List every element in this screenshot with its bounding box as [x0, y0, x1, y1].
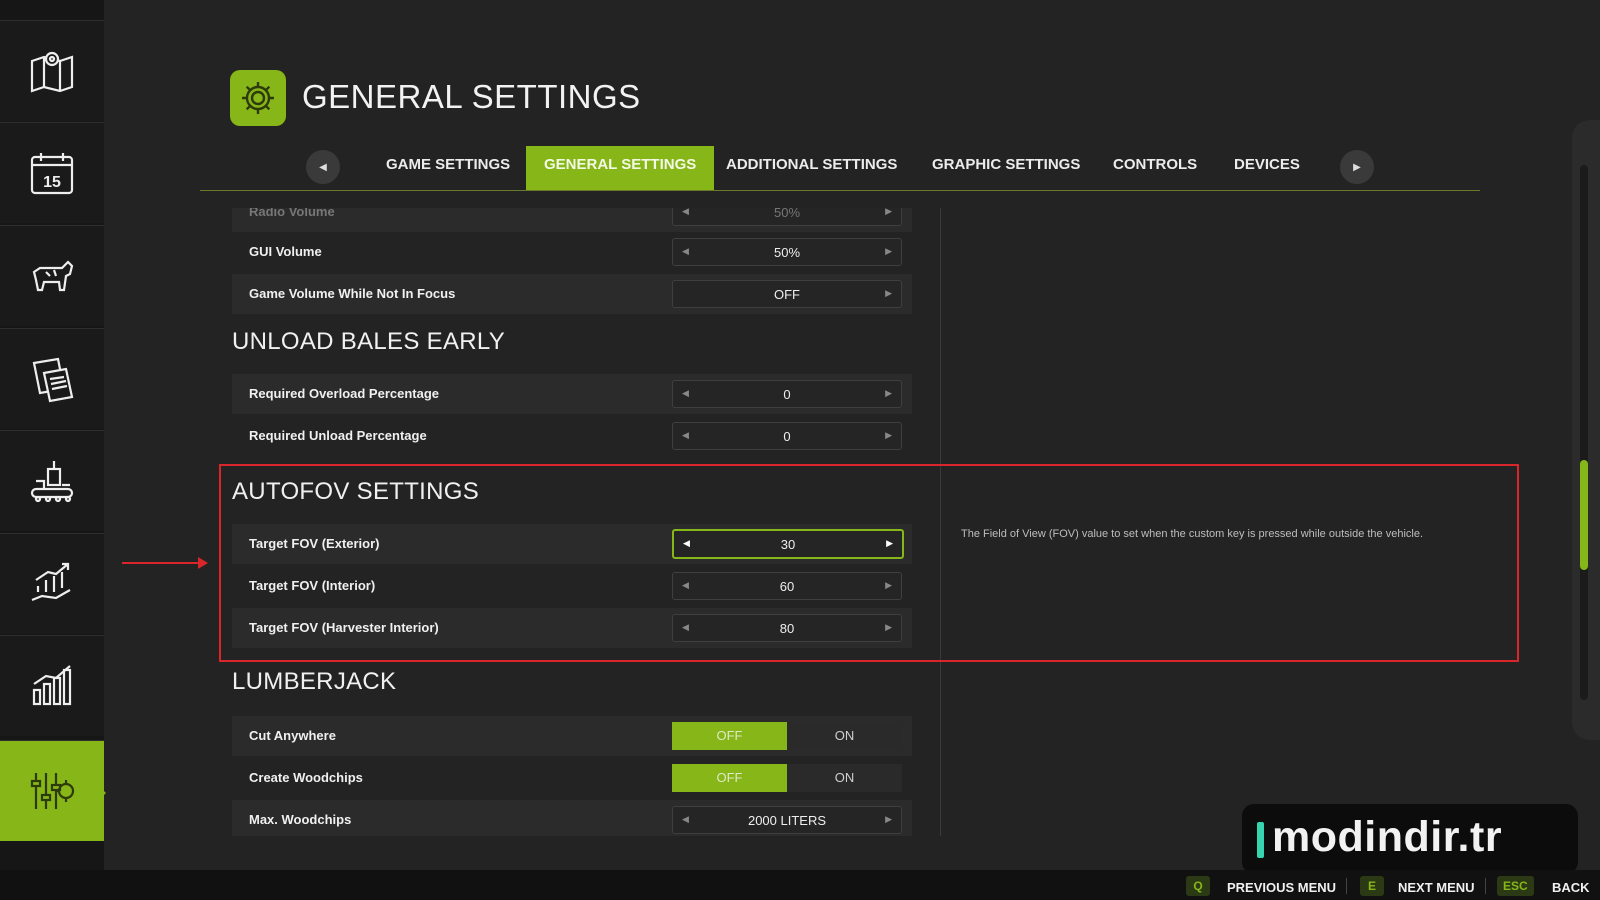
statistics-icon [32, 665, 72, 706]
toggle-on-option[interactable]: ON [787, 764, 902, 792]
tab-devices[interactable]: DEVICES [1234, 146, 1300, 190]
next-menu-button[interactable]: NEXT MENU [1398, 880, 1475, 895]
section-heading-lumberjack: LUMBERJACK [232, 668, 397, 695]
setting-label: Max. Woodchips [249, 812, 352, 827]
previous-menu-button[interactable]: PREVIOUS MENU [1227, 880, 1336, 895]
active-indicator [100, 787, 106, 799]
tab-additional-settings[interactable]: ADDITIONAL SETTINGS [726, 146, 897, 190]
setting-label: Radio Volume [249, 208, 335, 219]
footer-bar: Q PREVIOUS MENU E NEXT MENU ESC BACK [0, 870, 1600, 900]
setting-label: Required Overload Percentage [249, 386, 440, 401]
page-title: GENERAL SETTINGS [302, 78, 641, 115]
setting-row-overload-percentage: Required Overload Percentage ◀ 0 ▶ [232, 374, 912, 414]
setting-row-gui-volume: GUI Volume ◀ 50% ▶ [232, 232, 912, 272]
toggle-off-option[interactable]: OFF [672, 764, 787, 792]
tab-graphic-settings[interactable]: GRAPHIC SETTINGS [932, 146, 1080, 190]
sidebar-item-calendar[interactable]: 15 [0, 122, 104, 223]
stepper-value: 50% [773, 208, 801, 220]
header-icon [230, 70, 286, 126]
setting-label: Required Unload Percentage [249, 428, 427, 443]
sidebar-item-finances[interactable] [0, 533, 104, 634]
stepper-value: 0 [783, 429, 791, 444]
back-button[interactable]: BACK [1552, 880, 1590, 895]
unload-percentage-stepper[interactable]: ◀ 0 ▶ [672, 422, 902, 450]
setting-row-radio-volume: Radio Volume ◀ 50% ▶ [232, 208, 912, 232]
tab-game-settings[interactable]: GAME SETTINGS [386, 146, 510, 190]
setting-row-cut-anywhere: Cut Anywhere OFF ON [232, 716, 912, 756]
toggle-on-option[interactable]: ON [787, 722, 902, 750]
calendar-badge: 15 [43, 174, 61, 191]
setting-label: Cut Anywhere [249, 728, 336, 743]
watermark-text: modindir.tr [1272, 813, 1503, 861]
scrollbar[interactable] [1580, 165, 1588, 700]
tab-bar: ◀ GAME SETTINGS GENERAL SETTINGS ADDITIO… [200, 146, 1480, 191]
stepper-value: 0 [783, 387, 791, 402]
arrow-right-icon[interactable]: ▶ [885, 246, 892, 257]
cut-anywhere-toggle[interactable]: OFF ON [672, 722, 902, 750]
arrow-right-icon[interactable]: ▶ [885, 814, 892, 825]
sidebar-item-contracts[interactable] [0, 328, 104, 429]
game-volume-focus-stepper[interactable]: OFF ▶ [672, 280, 902, 308]
finance-icon [31, 562, 71, 602]
calendar-icon: 15 [30, 153, 74, 195]
key-q-icon: Q [1186, 876, 1210, 896]
sidebar-item-production[interactable] [0, 430, 104, 531]
create-woodchips-toggle[interactable]: OFF ON [672, 764, 902, 792]
sidebar-item-settings[interactable] [0, 740, 106, 841]
sidebar-item-map[interactable] [0, 20, 104, 121]
stepper-value: OFF [774, 287, 800, 302]
setting-row-max-woodchips: Max. Woodchips ◀ 2000 LITERS ▶ [232, 800, 912, 836]
annotation-arrow-icon [122, 557, 208, 569]
setting-label: Game Volume While Not In Focus [249, 286, 456, 301]
arrow-right-icon[interactable]: ▶ [885, 388, 892, 399]
gear-icon [242, 82, 274, 114]
gui-volume-stepper[interactable]: ◀ 50% ▶ [672, 238, 902, 266]
stepper-value: 2000 LITERS [747, 813, 827, 828]
footer-divider [1485, 878, 1486, 894]
setting-row-create-woodchips: Create Woodchips OFF ON [232, 758, 912, 798]
section-heading-unload-bales: UNLOAD BALES EARLY [232, 328, 506, 355]
arrow-right-icon: ▶ [1353, 161, 1361, 173]
tab-prev-button[interactable]: ◀ [306, 150, 340, 184]
watermark: modindir.tr [1242, 804, 1578, 874]
setting-row-unload-percentage: Required Unload Percentage ◀ 0 ▶ [232, 416, 912, 456]
setting-row-game-volume-focus: Game Volume While Not In Focus OFF ▶ [232, 274, 912, 314]
overload-percentage-stepper[interactable]: ◀ 0 ▶ [672, 380, 902, 408]
toggle-off-option[interactable]: OFF [672, 722, 787, 750]
radio-volume-stepper[interactable]: ◀ 50% ▶ [672, 208, 902, 226]
key-e-icon: E [1360, 876, 1384, 896]
sidebar-item-animals[interactable] [0, 225, 104, 326]
sidebar: 15 [0, 0, 106, 870]
highlight-box [219, 464, 1519, 662]
arrow-right-icon[interactable]: ▶ [885, 208, 892, 217]
scrollbar-thumb[interactable] [1580, 460, 1588, 570]
key-esc-icon: ESC [1497, 876, 1534, 896]
documents-icon [32, 357, 74, 403]
tab-controls[interactable]: CONTROLS [1113, 146, 1197, 190]
production-icon [30, 461, 74, 503]
arrow-right-icon[interactable]: ▶ [885, 288, 892, 299]
setting-label: GUI Volume [249, 244, 322, 259]
settings-sliders-icon [30, 773, 75, 809]
footer-divider [1346, 878, 1347, 894]
setting-label: Create Woodchips [249, 770, 363, 785]
map-icon [30, 51, 74, 93]
arrow-left-icon: ◀ [319, 161, 327, 173]
tab-next-button[interactable]: ▶ [1340, 150, 1374, 184]
stepper-value: 50% [773, 245, 801, 260]
max-woodchips-stepper[interactable]: ◀ 2000 LITERS ▶ [672, 806, 902, 834]
tab-general-settings[interactable]: GENERAL SETTINGS [526, 146, 715, 190]
watermark-bar [1257, 822, 1264, 858]
sidebar-item-statistics[interactable] [0, 635, 104, 736]
arrow-right-icon[interactable]: ▶ [885, 430, 892, 441]
cow-icon [32, 260, 74, 292]
